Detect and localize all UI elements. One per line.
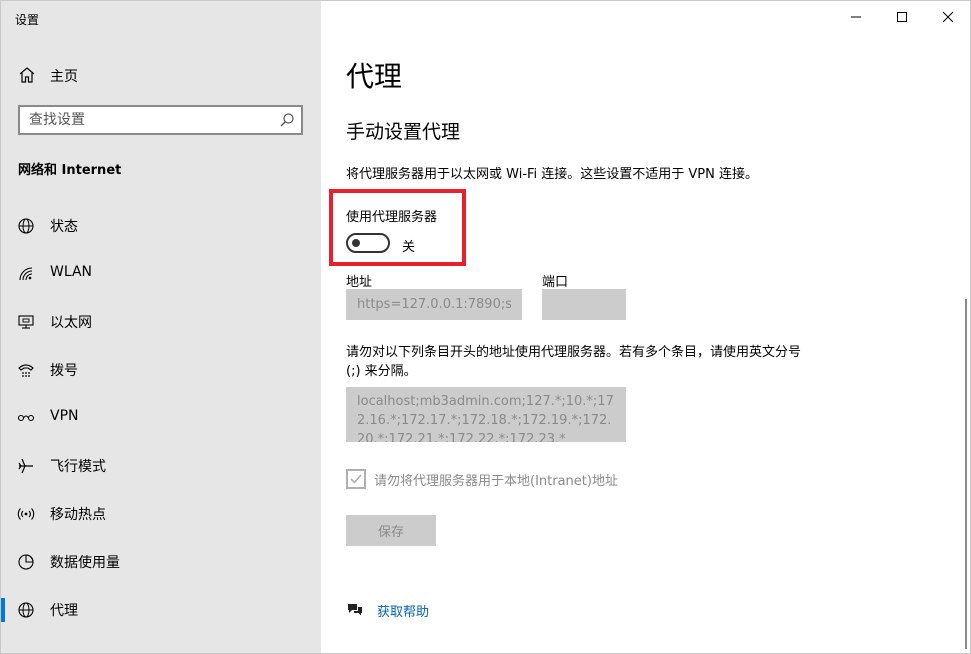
sidebar-section-title: 网络和 Internet bbox=[18, 163, 122, 178]
proxy-description: 将代理服务器用于以太网或 Wi-Fi 连接。这些设置不适用于 VPN 连接。 bbox=[346, 167, 759, 182]
selection-indicator bbox=[1, 598, 5, 622]
sidebar-item-proxy[interactable]: 代理 bbox=[1, 590, 321, 630]
bypass-local-label: 请勿将代理服务器用于本地(Intranet)地址 bbox=[374, 474, 618, 489]
address-label: 地址 bbox=[346, 275, 373, 290]
sidebar-item-status[interactable]: 状态 bbox=[1, 206, 321, 246]
page-title: 代理 bbox=[346, 60, 403, 93]
sidebar-item-label: 以太网 bbox=[50, 315, 92, 331]
port-label: 端口 bbox=[542, 275, 569, 290]
exceptions-textarea[interactable]: localhost;mb3admin.com;127.*;10.*;172.16… bbox=[346, 387, 626, 442]
sidebar-item-dialup[interactable]: 拨号 bbox=[1, 350, 321, 390]
save-button[interactable]: 保存 bbox=[346, 515, 436, 546]
search-input[interactable] bbox=[20, 107, 269, 133]
ethernet-icon bbox=[18, 315, 34, 329]
sidebar-item-label: VPN bbox=[50, 408, 79, 424]
close-icon bbox=[942, 11, 954, 23]
use-proxy-toggle[interactable] bbox=[346, 233, 390, 253]
bypass-local-checkbox[interactable] bbox=[346, 469, 366, 489]
minimize-icon bbox=[851, 16, 861, 18]
minimize-button[interactable] bbox=[833, 1, 879, 33]
toggle-knob bbox=[352, 239, 360, 247]
scrollbar[interactable] bbox=[965, 299, 967, 649]
checkmark-icon bbox=[350, 474, 362, 484]
maximize-icon bbox=[897, 12, 907, 22]
sidebar-item-airplane[interactable]: 飞行模式 bbox=[1, 446, 321, 486]
maximize-button[interactable] bbox=[879, 1, 925, 33]
sidebar-item-label: 数据使用量 bbox=[50, 555, 120, 571]
sidebar-item-vpn[interactable]: VPN bbox=[1, 398, 321, 438]
wifi-icon bbox=[19, 267, 33, 281]
highlight-annotation bbox=[329, 189, 466, 266]
sidebar-home[interactable]: 主页 bbox=[1, 57, 321, 93]
sidebar-item-label: 代理 bbox=[50, 603, 78, 619]
section-title: 手动设置代理 bbox=[346, 121, 461, 143]
sidebar: 设置 主页 网络和 Internet 状态 bbox=[1, 1, 321, 653]
airplane-icon bbox=[18, 458, 33, 474]
help-chat-icon bbox=[348, 604, 362, 616]
content-pane: 代理 手动设置代理 将代理服务器用于以太网或 Wi-Fi 连接。这些设置不适用于… bbox=[321, 1, 970, 653]
search-icon[interactable] bbox=[279, 112, 295, 128]
sidebar-home-label: 主页 bbox=[50, 69, 78, 85]
globe-proxy-icon bbox=[18, 602, 34, 618]
app-title: 设置 bbox=[15, 13, 40, 27]
sidebar-item-label: 移动热点 bbox=[50, 507, 106, 523]
hotspot-icon bbox=[17, 508, 35, 520]
settings-window: 设置 主页 网络和 Internet 状态 bbox=[0, 0, 971, 654]
sidebar-item-label: 飞行模式 bbox=[50, 459, 106, 475]
sidebar-item-ethernet[interactable]: 以太网 bbox=[1, 302, 321, 342]
search-box bbox=[18, 105, 303, 135]
globe-status-icon bbox=[18, 218, 34, 234]
sidebar-item-label: 状态 bbox=[50, 219, 78, 235]
sidebar-item-hotspot[interactable]: 移动热点 bbox=[1, 494, 321, 534]
port-input[interactable] bbox=[542, 289, 626, 320]
address-input[interactable] bbox=[346, 289, 522, 320]
home-icon bbox=[19, 67, 35, 83]
data-usage-icon bbox=[18, 554, 34, 570]
close-button[interactable] bbox=[925, 1, 970, 33]
sidebar-item-data-usage[interactable]: 数据使用量 bbox=[1, 542, 321, 582]
use-proxy-label: 使用代理服务器 bbox=[346, 210, 438, 225]
get-help-label: 获取帮助 bbox=[377, 605, 430, 620]
exceptions-description: 请勿对以下列条目开头的地址使用代理服务器。若有多个条目，请使用英文分号 (;) … bbox=[346, 345, 802, 379]
dialup-icon bbox=[18, 364, 34, 377]
sidebar-item-wlan[interactable]: WLAN bbox=[1, 254, 321, 294]
vpn-icon bbox=[17, 414, 35, 422]
toggle-state-label: 关 bbox=[402, 240, 416, 255]
sidebar-item-label: WLAN bbox=[50, 264, 93, 280]
sidebar-item-label: 拨号 bbox=[50, 363, 78, 379]
